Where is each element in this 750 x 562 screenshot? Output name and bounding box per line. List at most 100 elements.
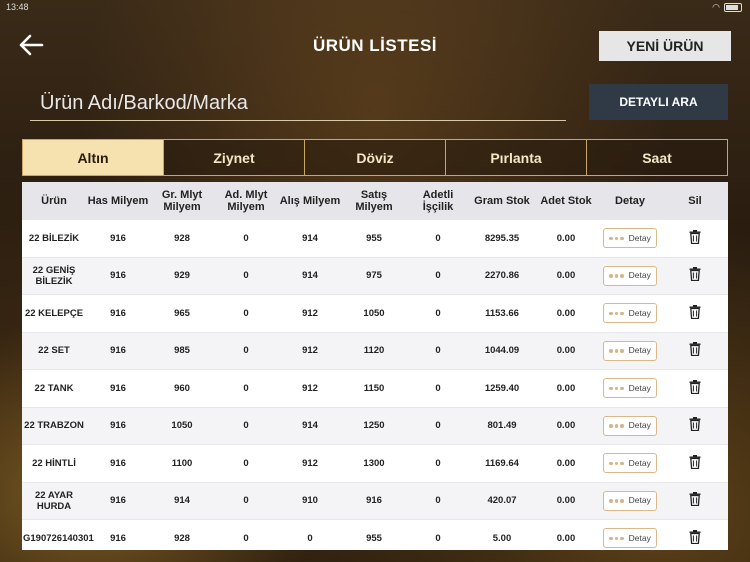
trash-icon[interactable] — [689, 417, 701, 432]
cell-has: 916 — [86, 369, 150, 407]
cell-iscilik: 0 — [406, 294, 470, 332]
detail-button[interactable]: Detay — [603, 265, 657, 286]
trash-icon[interactable] — [689, 267, 701, 282]
cell-detay: Detay — [598, 256, 662, 295]
cell-has: 916 — [86, 406, 150, 445]
cell-has: 916 — [86, 256, 150, 295]
cell-sil — [662, 519, 728, 550]
cell-satis: 1050 — [342, 294, 406, 332]
detail-button[interactable]: Detay — [603, 303, 657, 324]
more-dots-icon — [609, 349, 624, 353]
more-dots-icon — [609, 499, 624, 503]
cell-sil — [662, 256, 728, 295]
new-product-button[interactable]: YENİ ÜRÜN — [599, 31, 731, 61]
cell-gram: 5.00 — [470, 519, 534, 550]
column-header: Ad. Mlyt Milyem — [214, 182, 278, 220]
trash-icon[interactable] — [689, 529, 701, 544]
tab-ziynet[interactable]: Ziynet — [163, 140, 304, 175]
table-header-row: Ürün Has Milyem Gr. Mlyt Milyem Ad. Mlyt… — [22, 182, 728, 220]
cell-gr: 960 — [150, 369, 214, 407]
table-row[interactable]: 22 GENİŞ BİLEZİK 916 929 0 914 975 0 2270.86 0.0… — [22, 256, 728, 295]
cell-adet: 0.00 — [534, 519, 598, 550]
column-header: Ürün — [22, 182, 86, 220]
cell-urun: 22 AYAR HURDA — [22, 481, 86, 520]
trash-icon[interactable] — [689, 342, 701, 357]
cell-satis: 955 — [342, 219, 406, 257]
cell-urun: 22 BİLEZİK — [22, 219, 86, 257]
cell-gram: 1169.64 — [470, 444, 534, 482]
detail-label: Detay — [628, 495, 651, 506]
cell-iscilik: 0 — [406, 519, 470, 550]
cell-has: 916 — [86, 481, 150, 520]
cell-urun: 22 SET — [22, 331, 86, 370]
cell-gr: 914 — [150, 481, 214, 520]
cell-gr: 965 — [150, 294, 214, 332]
column-header: Adetli İşçilik — [406, 182, 470, 220]
cell-adet: 0.00 — [534, 331, 598, 370]
cell-alis: 912 — [278, 444, 342, 482]
table-row[interactable]: G190726140301 916 928 0 0 955 0 5.00 0.00 Detay — [22, 519, 728, 550]
cell-alis: 912 — [278, 294, 342, 332]
more-dots-icon — [609, 311, 624, 315]
table-row[interactable]: 22 SET 916 985 0 912 1120 0 1044.09 0.00 Detay — [22, 331, 728, 370]
cell-ad: 0 — [214, 519, 278, 550]
advanced-search-button[interactable]: DETAYLI ARA — [589, 84, 728, 120]
tab-doviz[interactable]: Döviz — [304, 140, 445, 175]
table-row[interactable]: 22 HİNTLİ 916 1100 0 912 1300 0 1169.64 0.00 Deta… — [22, 444, 728, 482]
cell-has: 916 — [86, 519, 150, 550]
cell-sil — [662, 444, 728, 482]
table-row[interactable]: 22 BİLEZİK 916 928 0 914 955 0 8295.35 0.00 Detay — [22, 219, 728, 257]
detail-button[interactable]: Detay — [603, 453, 657, 474]
more-dots-icon — [609, 386, 624, 390]
status-time: 13:48 — [6, 2, 29, 12]
cell-iscilik: 0 — [406, 256, 470, 295]
cell-detay: Detay — [598, 519, 662, 550]
cell-has: 916 — [86, 331, 150, 370]
detail-button[interactable]: Detay — [603, 340, 657, 361]
cell-adet: 0.00 — [534, 256, 598, 295]
table-row[interactable]: 22 TANK 916 960 0 912 1150 0 1259.40 0.00 Detay — [22, 369, 728, 407]
cell-detay: Detay — [598, 481, 662, 520]
cell-satis: 955 — [342, 519, 406, 550]
table-row[interactable]: 22 KELEPÇE 916 965 0 912 1050 0 1153.66 0.00 Deta… — [22, 294, 728, 332]
trash-icon[interactable] — [689, 229, 701, 244]
cell-adet: 0.00 — [534, 294, 598, 332]
column-header: Sil — [662, 182, 728, 220]
detail-label: Detay — [628, 307, 651, 318]
detail-label: Detay — [628, 270, 651, 281]
trash-icon[interactable] — [689, 304, 701, 319]
cell-has: 916 — [86, 444, 150, 482]
more-dots-icon — [609, 536, 624, 540]
cell-satis: 1250 — [342, 406, 406, 445]
search-field[interactable] — [30, 86, 576, 121]
detail-label: Detay — [628, 345, 651, 356]
tab-altin[interactable]: Altın — [23, 140, 163, 175]
cell-ad: 0 — [214, 406, 278, 445]
tab-saat[interactable]: Saat — [586, 140, 727, 175]
trash-icon[interactable] — [689, 492, 701, 507]
detail-button[interactable]: Detay — [603, 490, 657, 511]
cell-detay: Detay — [598, 406, 662, 445]
cell-adet: 0.00 — [534, 369, 598, 407]
cell-adet: 0.00 — [534, 219, 598, 257]
trash-icon[interactable] — [689, 454, 701, 469]
detail-button[interactable]: Detay — [603, 378, 657, 399]
cell-alis: 914 — [278, 406, 342, 445]
detail-button[interactable]: Detay — [603, 528, 657, 549]
search-input[interactable] — [30, 86, 576, 120]
cell-iscilik: 0 — [406, 444, 470, 482]
cell-alis: 910 — [278, 481, 342, 520]
cell-sil — [662, 331, 728, 370]
table-row[interactable]: 22 AYAR HURDA 916 914 0 910 916 0 420.07 0.00 Det… — [22, 481, 728, 520]
cell-gr: 929 — [150, 256, 214, 295]
table-row[interactable]: 22 TRABZON 916 1050 0 914 1250 0 801.49 0.00 Deta… — [22, 406, 728, 445]
cell-satis: 916 — [342, 481, 406, 520]
trash-icon[interactable] — [689, 379, 701, 394]
product-table[interactable]: Ürün Has Milyem Gr. Mlyt Milyem Ad. Mlyt… — [22, 182, 728, 550]
tab-pirlanta[interactable]: Pırlanta — [445, 140, 586, 175]
more-dots-icon — [609, 274, 624, 278]
detail-button[interactable]: Detay — [603, 415, 657, 436]
column-header: Detay — [598, 182, 662, 220]
cell-gram: 1259.40 — [470, 369, 534, 407]
detail-button[interactable]: Detay — [603, 228, 657, 249]
